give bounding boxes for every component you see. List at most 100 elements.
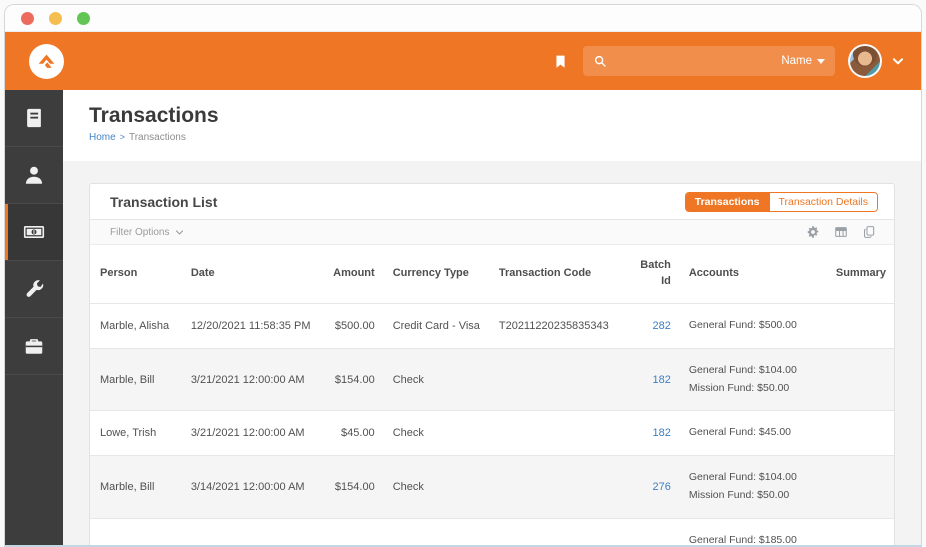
batch-id-link[interactable]: 182 (653, 374, 671, 386)
table-row[interactable]: Marble, Bill 3/14/2021 12:00:00 AM $154.… (90, 455, 894, 519)
col-date[interactable]: Date (181, 245, 323, 303)
zoom-window-button[interactable] (77, 11, 90, 25)
col-person[interactable]: Person (90, 245, 181, 303)
caret-down-icon (817, 58, 825, 64)
cell-amount: $154.00 (322, 347, 383, 411)
account-line: General Fund: $45.00 (688, 426, 792, 439)
cell-transaction-code: T20211220235835343 (488, 302, 628, 349)
sidebar-item-notes[interactable] (5, 90, 63, 147)
cell-summary (825, 455, 894, 519)
cell-currency-type: Check (382, 347, 489, 411)
col-currency-type[interactable]: Currency Type (383, 245, 489, 303)
cell-currency-type: Check (382, 517, 489, 547)
cell-accounts: General Fund: $500.00 (678, 302, 826, 349)
account-line: General Fund: $104.00 (688, 471, 797, 484)
cell-amount: $154.00 (322, 455, 383, 519)
sidebar-item-admin[interactable] (5, 318, 63, 375)
sidebar-item-people[interactable] (5, 147, 63, 204)
col-amount[interactable]: Amount (323, 245, 383, 303)
breadcrumb-home-link[interactable]: Home (89, 132, 116, 143)
sidebar-item-tools[interactable] (5, 261, 63, 318)
view-toggle: Transactions Transaction Details (684, 191, 878, 213)
page-content: Transactions Home > Transactions Transacti… (63, 90, 921, 547)
cell-summary (825, 517, 894, 547)
app-header: Name (5, 32, 921, 90)
account-line: General Fund: $104.00 (688, 363, 797, 376)
minimize-window-button[interactable] (49, 11, 62, 25)
cell-person: Marble, Alisha (90, 302, 181, 349)
col-batch-id[interactable]: Batch Id (627, 245, 679, 303)
cell-currency-type: Check (382, 455, 489, 519)
cell-accounts: General Fund: $45.00 (678, 410, 826, 456)
smart-search: Name (583, 46, 835, 76)
col-transaction-code[interactable]: Transaction Code (489, 245, 627, 303)
table-row[interactable]: Lowe, Trish 3/21/2021 12:00:00 AM $45.00… (90, 410, 894, 456)
cell-person: Marble, Bill (90, 347, 181, 411)
grid-toolbar (806, 225, 876, 239)
panel-title: Transaction List (110, 194, 218, 210)
window-titlebar (5, 5, 921, 32)
account-line: Mission Fund: $50.00 (688, 489, 790, 502)
batch-id-link[interactable]: 282 (653, 320, 671, 332)
filter-bar: Filter Options (90, 220, 894, 245)
toggle-transaction-details-button[interactable]: Transaction Details (768, 192, 877, 212)
table-row[interactable]: Decker, Ted 3/13/2021 12:00:00 AM $315.0… (90, 517, 894, 547)
cell-transaction-code (488, 455, 628, 519)
cell-transaction-code (488, 517, 628, 547)
cell-date: 3/14/2021 12:00:00 AM (180, 455, 323, 519)
account-line: General Fund: $500.00 (688, 318, 797, 331)
cell-amount: $315.00 (322, 517, 383, 547)
transaction-table: Person Date Amount Currency Type Transac… (90, 245, 894, 547)
briefcase-icon (25, 339, 43, 354)
book-icon (27, 108, 41, 128)
transaction-list-panel: Transaction List Transactions Transactio… (89, 183, 895, 547)
cell-date: 12/20/2021 11:58:35 PM (180, 302, 323, 349)
filter-options-label: Filter Options (110, 226, 170, 238)
user-avatar[interactable] (848, 44, 882, 78)
batch-id-link[interactable]: 182 (653, 427, 671, 439)
cell-summary (825, 302, 894, 349)
cell-currency-type: Check (382, 410, 489, 456)
cell-currency-type: Credit Card - Visa (382, 302, 489, 349)
breadcrumb-separator: > (119, 132, 125, 142)
search-icon (593, 54, 607, 68)
wrench-icon (26, 280, 44, 297)
toggle-transactions-button[interactable]: Transactions (685, 192, 769, 212)
search-scope-label: Name (781, 55, 812, 67)
chevron-down-icon[interactable] (891, 54, 905, 68)
panel-header: Transaction List Transactions Transactio… (90, 184, 894, 220)
bookmark-icon[interactable] (553, 52, 568, 71)
cell-amount: $500.00 (322, 302, 383, 349)
cell-transaction-code (488, 410, 628, 456)
cell-date: 3/21/2021 12:00:00 AM (180, 410, 323, 456)
breadcrumb: Home > Transactions (89, 132, 921, 143)
account-line: Mission Fund: $50.00 (688, 381, 790, 394)
grid-icon[interactable] (834, 225, 848, 239)
page-header: Transactions Home > Transactions (63, 90, 921, 161)
rock-arrow-icon (38, 54, 55, 68)
cell-amount: $45.00 (322, 410, 383, 456)
chevron-down-icon (176, 229, 184, 235)
batch-id-link[interactable]: 276 (653, 481, 671, 493)
table-header-row: Person Date Amount Currency Type Transac… (90, 245, 894, 303)
sidebar-item-finance[interactable] (5, 204, 63, 261)
gear-icon[interactable] (806, 225, 820, 239)
page-title: Transactions (89, 104, 219, 127)
table-row[interactable]: Marble, Alisha 12/20/2021 11:58:35 PM $5… (90, 302, 894, 349)
col-summary[interactable]: Summary (826, 245, 894, 303)
search-scope-dropdown[interactable]: Name (781, 55, 825, 67)
app-window: Name Transactions Home > Transactions Tr… (4, 4, 922, 547)
money-icon (23, 226, 45, 238)
cell-person: Decker, Ted (90, 517, 181, 547)
search-input[interactable] (615, 54, 782, 68)
col-accounts[interactable]: Accounts (679, 245, 826, 303)
cell-date: 3/21/2021 12:00:00 AM (180, 347, 323, 411)
copy-icon[interactable] (862, 225, 876, 239)
close-window-button[interactable] (21, 11, 34, 25)
rock-logo[interactable] (29, 43, 64, 79)
table-row[interactable]: Marble, Bill 3/21/2021 12:00:00 AM $154.… (90, 347, 894, 411)
filter-options-toggle[interactable]: Filter Options (110, 227, 184, 238)
cell-person: Marble, Bill (90, 455, 181, 519)
breadcrumb-current: Transactions (128, 132, 186, 143)
cell-accounts: General Fund: $104.00 Mission Fund: $50.… (678, 347, 826, 411)
